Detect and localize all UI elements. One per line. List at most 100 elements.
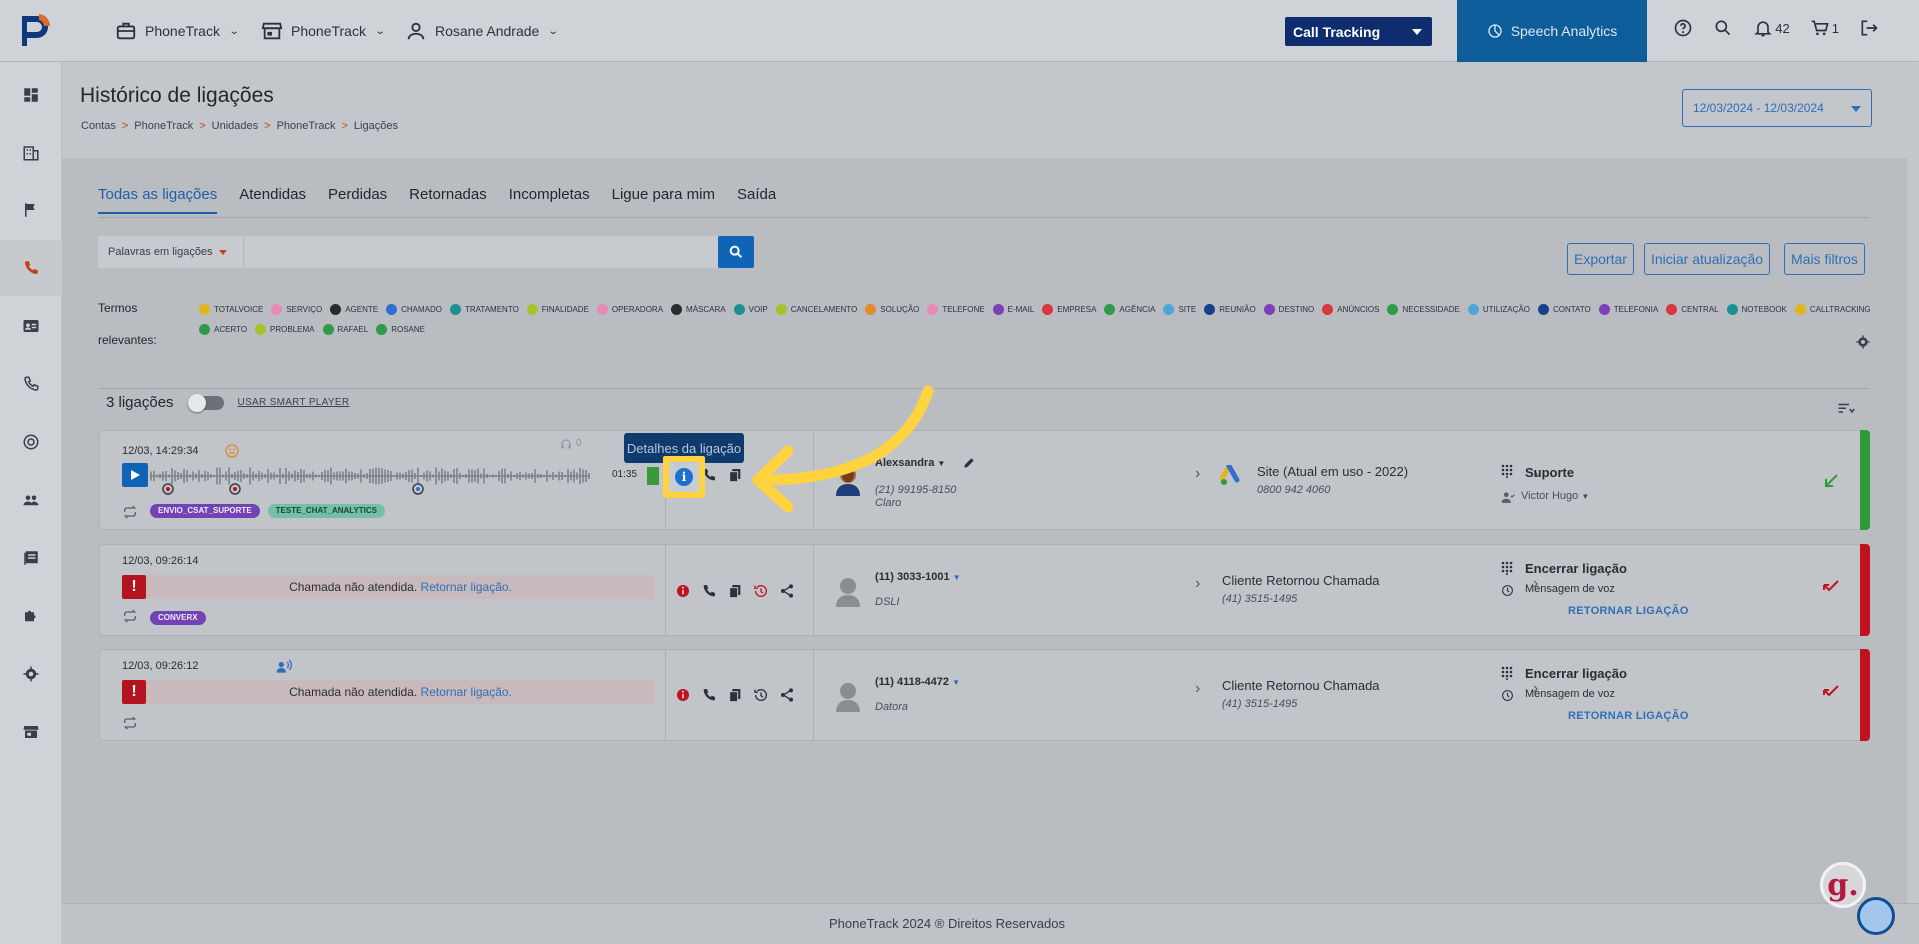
- phone-icon[interactable]: [701, 687, 717, 703]
- relevant-term[interactable]: acerto: [199, 322, 247, 336]
- contact-name[interactable]: (11) 4118-4472 ▼: [875, 676, 960, 688]
- logout-button[interactable]: [1859, 18, 1879, 38]
- contact-name[interactable]: (11) 3033-1001 ▼: [875, 571, 961, 583]
- pencil-icon[interactable]: [962, 456, 976, 470]
- start-refresh-button[interactable]: Iniciar atualização: [1644, 243, 1771, 275]
- relevant-term[interactable]: calltracking: [1794, 302, 1871, 316]
- sidebar-item-companies[interactable]: [0, 125, 62, 181]
- sidebar-item-users[interactable]: [0, 472, 62, 528]
- relevant-term[interactable]: destino: [1263, 302, 1314, 316]
- marker-icon[interactable]: [411, 482, 425, 496]
- relevant-term[interactable]: totalvoice: [199, 302, 263, 316]
- tab-all-calls[interactable]: Todas as ligações: [98, 186, 218, 214]
- return-call-button[interactable]: RETORNAR LIGAÇÃO: [1568, 710, 1689, 722]
- relevant-term[interactable]: voip: [733, 302, 768, 316]
- share-icon[interactable]: [779, 583, 795, 599]
- sidebar-item-support[interactable]: [0, 414, 62, 470]
- relevant-term[interactable]: agente: [330, 302, 378, 316]
- chat-widget-button[interactable]: [1857, 897, 1895, 935]
- call-card[interactable]: 12/03, 14:29:34 0 01:35 ENVIO_CSAT_SUPOR…: [99, 430, 1870, 530]
- tag-badge[interactable]: CONVERX: [150, 611, 206, 625]
- marker-icon[interactable]: [228, 482, 242, 496]
- breadcrumb-item[interactable]: PhoneTrack: [134, 120, 193, 132]
- notifications-button[interactable]: 42: [1753, 18, 1790, 38]
- relevant-term[interactable]: necessidade: [1387, 302, 1460, 316]
- export-button[interactable]: Exportar: [1567, 243, 1634, 275]
- tab-returned[interactable]: Retornadas: [409, 186, 487, 214]
- relevant-term[interactable]: empresa: [1042, 302, 1096, 316]
- relevant-term[interactable]: cancelamento: [775, 302, 857, 316]
- search-input[interactable]: [244, 236, 718, 268]
- breadcrumb-item[interactable]: PhoneTrack: [277, 120, 336, 132]
- breadcrumb-item[interactable]: Unidades: [212, 120, 258, 132]
- sidebar-item-calls[interactable]: [0, 240, 62, 296]
- breadcrumb-item[interactable]: Contas: [81, 120, 116, 132]
- smart-player-toggle[interactable]: [187, 393, 224, 412]
- relevant-term[interactable]: máscara: [671, 302, 726, 316]
- play-button[interactable]: [122, 463, 148, 487]
- relevant-term[interactable]: telefone: [927, 302, 985, 316]
- product-select[interactable]: Call Tracking: [1285, 17, 1432, 46]
- unit-menu[interactable]: PhoneTrack ⌄: [261, 20, 386, 42]
- call-details-button[interactable]: i: [663, 456, 705, 498]
- relevant-term[interactable]: rosane: [376, 322, 425, 336]
- relevant-term[interactable]: reunião: [1204, 302, 1256, 316]
- relevant-term[interactable]: e-mail: [992, 302, 1034, 316]
- date-range-picker[interactable]: 12/03/2024 - 12/03/2024: [1682, 89, 1872, 127]
- help-button[interactable]: [1673, 18, 1693, 38]
- cart-button[interactable]: 1: [1810, 18, 1839, 38]
- relevant-term[interactable]: utilização: [1467, 302, 1530, 316]
- sidebar-item-reports[interactable]: [0, 530, 62, 586]
- copy-icon[interactable]: [727, 583, 743, 599]
- sidebar-item-contacts[interactable]: [0, 298, 62, 354]
- phone-icon[interactable]: [701, 583, 717, 599]
- smart-player-label[interactable]: USAR SMART PLAYER: [238, 397, 350, 408]
- return-call-button[interactable]: RETORNAR LIGAÇÃO: [1568, 605, 1689, 617]
- history-icon[interactable]: [753, 687, 769, 703]
- relevant-term[interactable]: contato: [1537, 302, 1591, 316]
- user-menu[interactable]: Rosane Andrade ⌄: [405, 20, 559, 42]
- relevant-term[interactable]: operadora: [596, 302, 663, 316]
- sidebar-item-campaigns[interactable]: [0, 182, 62, 238]
- info-icon[interactable]: [675, 687, 691, 703]
- account-menu[interactable]: PhoneTrack ⌄: [115, 20, 240, 42]
- relevant-term[interactable]: solução: [865, 302, 919, 316]
- history-icon[interactable]: [753, 583, 769, 599]
- relevant-term[interactable]: rafael: [322, 322, 368, 336]
- tab-outbound[interactable]: Saída: [737, 186, 776, 214]
- agent-select[interactable]: Victor Hugo ▼: [1521, 490, 1589, 502]
- gear-icon[interactable]: [1855, 334, 1871, 350]
- search-type-select[interactable]: Palavras em ligações: [98, 236, 244, 268]
- relevant-term[interactable]: agência: [1104, 302, 1155, 316]
- phonetrack-logo[interactable]: [20, 12, 52, 48]
- relevant-term[interactable]: chamado: [386, 302, 442, 316]
- relevant-term[interactable]: notebook: [1726, 302, 1787, 316]
- return-call-link[interactable]: Retornar ligação.: [421, 685, 512, 699]
- guide-badge[interactable]: g.: [1820, 862, 1866, 908]
- tab-answered[interactable]: Atendidas: [239, 186, 306, 214]
- info-icon[interactable]: [675, 583, 691, 599]
- sidebar-item-phones[interactable]: [0, 356, 62, 412]
- tag-badge[interactable]: TESTE_CHAT_ANALYTICS: [267, 504, 386, 518]
- audio-waveform[interactable]: [150, 463, 590, 489]
- return-call-link[interactable]: Retornar ligação.: [421, 580, 512, 594]
- search-button[interactable]: [1713, 18, 1733, 38]
- tab-call-me[interactable]: Ligue para mim: [612, 186, 715, 214]
- more-filters-button[interactable]: Mais filtros: [1784, 243, 1865, 275]
- speech-analytics-button[interactable]: Speech Analytics: [1457, 0, 1647, 62]
- page-scrollbar[interactable]: [1907, 62, 1919, 944]
- copy-icon[interactable]: [727, 687, 743, 703]
- relevant-term[interactable]: tratamento: [450, 302, 519, 316]
- share-icon[interactable]: [779, 687, 795, 703]
- relevant-term[interactable]: central: [1666, 302, 1719, 316]
- search-button[interactable]: [718, 236, 754, 268]
- sort-icon[interactable]: [1837, 402, 1855, 416]
- tab-missed[interactable]: Perdidas: [328, 186, 387, 214]
- sidebar-item-settings[interactable]: [0, 646, 62, 702]
- call-card[interactable]: 12/03, 09:26:12 ! Chamada não atendida. …: [99, 649, 1870, 741]
- relevant-term[interactable]: serviço: [271, 302, 322, 316]
- relevant-term[interactable]: site: [1163, 302, 1196, 316]
- sidebar-item-store[interactable]: [0, 704, 62, 760]
- relevant-term[interactable]: finalidade: [526, 302, 589, 316]
- marker-icon[interactable]: [161, 482, 175, 496]
